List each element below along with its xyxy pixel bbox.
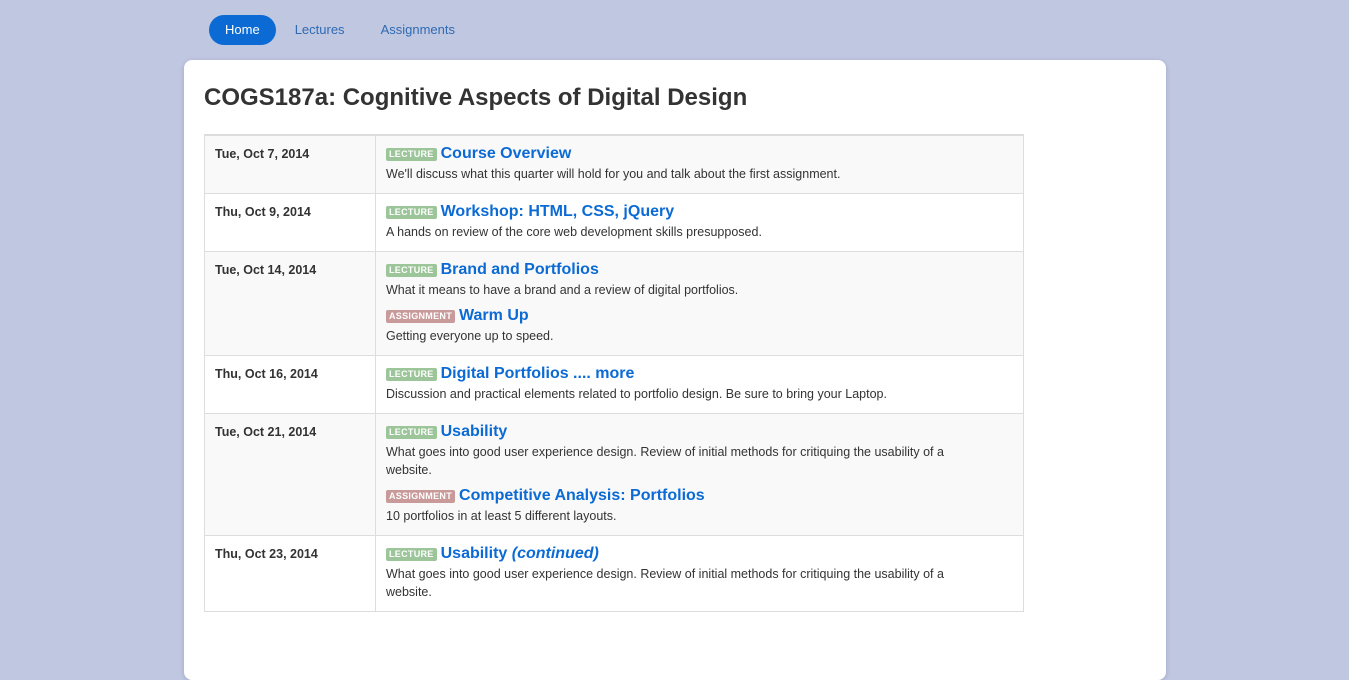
row-content: LECTURE Course Overview We'll discuss wh… — [375, 134, 1024, 194]
list-item: LECTURE Brand and Portfolios What it mea… — [386, 261, 1013, 299]
assignment-link[interactable]: Warm Up — [459, 307, 529, 325]
table-row: Thu, Oct 9, 2014 LECTURE Workshop: HTML,… — [204, 193, 1024, 252]
list-item: LECTURE Digital Portfolios .... more Dis… — [386, 365, 1013, 403]
entry-description: Getting everyone up to speed. — [386, 329, 554, 343]
nav-assignments[interactable]: Assignments — [363, 15, 473, 45]
row-content: LECTURE Usability (continued) What goes … — [375, 535, 1024, 612]
entry-title-text: Warm Up — [459, 307, 529, 324]
lecture-link[interactable]: Usability (continued) — [441, 545, 599, 563]
table-row: Tue, Oct 7, 2014 LECTURE Course Overview… — [204, 134, 1024, 194]
row-date: Thu, Oct 23, 2014 — [204, 535, 376, 612]
entry-title-suffix: (continued) — [511, 545, 599, 562]
list-item: ASSIGNMENT Competitive Analysis: Portfol… — [386, 487, 1013, 525]
row-date: Thu, Oct 9, 2014 — [204, 193, 376, 252]
entry-description: What goes into good user experience desi… — [386, 445, 944, 477]
list-item: LECTURE Usability (continued) What goes … — [386, 545, 1013, 601]
lecture-link[interactable]: Brand and Portfolios — [441, 261, 599, 279]
list-item: ASSIGNMENT Warm Up Getting everyone up t… — [386, 307, 1013, 345]
row-content: LECTURE Usability What goes into good us… — [375, 413, 1024, 536]
entry-title-text: Course Overview — [440, 145, 572, 162]
schedule-table: Tue, Oct 7, 2014 LECTURE Course Overview… — [204, 134, 1024, 612]
nav-home[interactable]: Home — [209, 15, 276, 45]
table-row: Thu, Oct 23, 2014 LECTURE Usability (con… — [204, 535, 1024, 612]
entry-title-text: Competitive Analysis: Portfolios — [459, 487, 705, 504]
list-item: LECTURE Course Overview We'll discuss wh… — [386, 145, 1013, 183]
lecture-badge: LECTURE — [386, 148, 437, 161]
lecture-link[interactable]: Digital Portfolios .... more — [441, 365, 635, 383]
entry-description: What goes into good user experience desi… — [386, 567, 944, 599]
entry-description: Discussion and practical elements relate… — [386, 387, 887, 401]
lecture-link[interactable]: Usability — [441, 423, 508, 441]
entry-title-text: Brand and Portfolios — [440, 261, 599, 278]
table-row: Tue, Oct 14, 2014 LECTURE Brand and Port… — [204, 251, 1024, 356]
assignment-link[interactable]: Competitive Analysis: Portfolios — [459, 487, 705, 505]
list-item: LECTURE Usability What goes into good us… — [386, 423, 1013, 479]
entry-description: A hands on review of the core web develo… — [386, 225, 762, 239]
row-date: Tue, Oct 7, 2014 — [204, 134, 376, 194]
entry-title-text: Usability — [440, 545, 508, 562]
row-content: LECTURE Digital Portfolios .... more Dis… — [375, 355, 1024, 414]
lecture-badge: LECTURE — [386, 548, 437, 561]
list-item: LECTURE Workshop: HTML, CSS, jQuery A ha… — [386, 203, 1013, 241]
lecture-badge: LECTURE — [386, 368, 437, 381]
assignment-badge: ASSIGNMENT — [386, 490, 456, 503]
row-date: Thu, Oct 16, 2014 — [204, 355, 376, 414]
page-title: COGS187a: Cognitive Aspects of Digital D… — [204, 84, 748, 111]
lecture-badge: LECTURE — [386, 426, 437, 439]
row-content: LECTURE Workshop: HTML, CSS, jQuery A ha… — [375, 193, 1024, 252]
row-date: Tue, Oct 21, 2014 — [204, 413, 376, 536]
entry-description: 10 portfolios in at least 5 different la… — [386, 509, 617, 523]
table-row: Thu, Oct 16, 2014 LECTURE Digital Portfo… — [204, 355, 1024, 414]
entry-title-text: Workshop: HTML, CSS, jQuery — [440, 203, 675, 220]
entry-description: We'll discuss what this quarter will hol… — [386, 167, 841, 181]
main-card: COGS187a: Cognitive Aspects of Digital D… — [184, 60, 1166, 680]
table-row: Tue, Oct 21, 2014 LECTURE Usability What… — [204, 413, 1024, 536]
assignment-badge: ASSIGNMENT — [386, 310, 456, 323]
lecture-badge: LECTURE — [386, 206, 437, 219]
entry-title-text: Digital Portfolios .... more — [440, 365, 635, 382]
lecture-link[interactable]: Workshop: HTML, CSS, jQuery — [441, 203, 675, 221]
row-content: LECTURE Brand and Portfolios What it mea… — [375, 251, 1024, 356]
lecture-badge: LECTURE — [386, 264, 437, 277]
top-nav: Home Lectures Assignments — [209, 15, 473, 45]
row-date: Tue, Oct 14, 2014 — [204, 251, 376, 356]
lecture-link[interactable]: Course Overview — [441, 145, 572, 163]
nav-lectures[interactable]: Lectures — [277, 15, 363, 45]
entry-title-text: Usability — [440, 423, 508, 440]
entry-description: What it means to have a brand and a revi… — [386, 283, 739, 297]
